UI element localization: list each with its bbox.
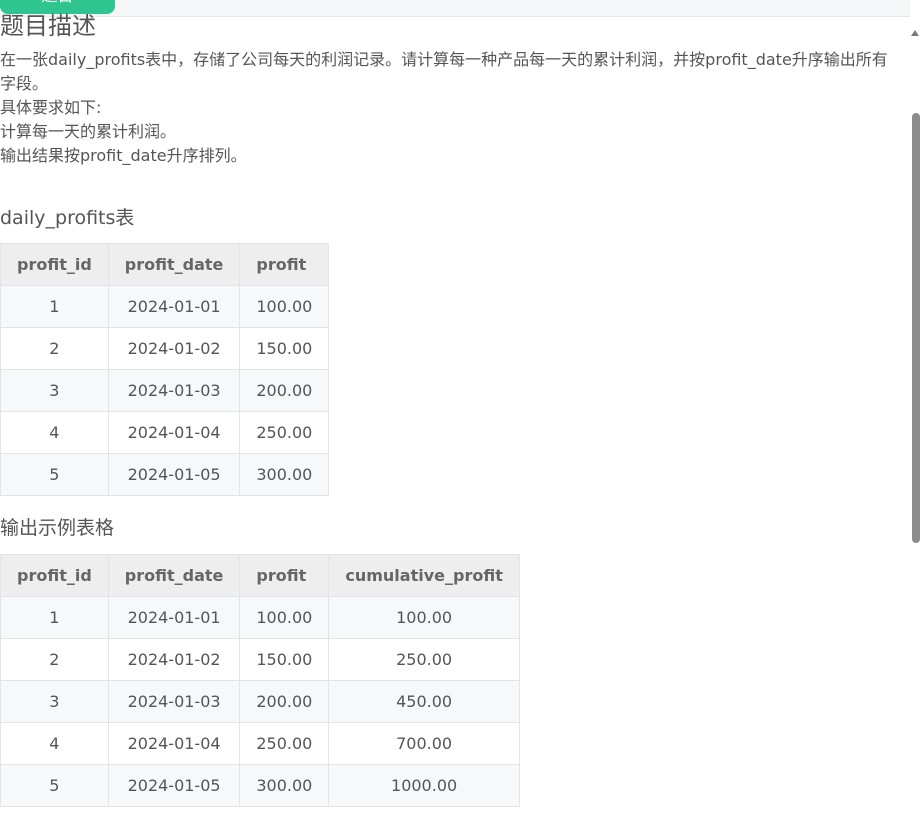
table2-label: 输出示例表格: [0, 517, 115, 539]
table-cell: 2024-01-01: [107, 285, 241, 328]
table-cell: 150.00: [239, 327, 330, 370]
column-header: profit_date: [107, 554, 241, 597]
description-line: 在一张daily_profits表中，存储了公司每天的利润记录。请计算每一种产品…: [0, 50, 888, 93]
table-cell: 250.00: [328, 638, 520, 681]
table-cell: 100.00: [239, 596, 330, 639]
column-header: cumulative_profit: [328, 554, 520, 597]
table-cell: 200.00: [239, 369, 330, 412]
table-cell: 2: [0, 327, 109, 370]
table-row: 2 2024-01-02 150.00: [0, 327, 330, 370]
description-line: 具体要求如下:: [0, 98, 102, 117]
table-header-row: profit_id profit_date profit: [0, 243, 330, 286]
description-line: 输出结果按profit_date升序排列。: [0, 146, 247, 165]
column-header: profit: [239, 243, 330, 286]
table-row: 5 2024-01-05 300.00 1000.00: [0, 764, 520, 807]
table-row: 5 2024-01-05 300.00: [0, 453, 330, 496]
table-cell: 200.00: [239, 680, 330, 723]
table-row: 4 2024-01-04 250.00 700.00: [0, 722, 520, 765]
column-header: profit_date: [107, 243, 241, 286]
table-cell: 250.00: [239, 411, 330, 454]
table-cell: 450.00: [328, 680, 520, 723]
table-cell: 3: [0, 680, 109, 723]
table1-label: daily_profits表: [0, 207, 135, 229]
table-cell: 300.00: [239, 453, 330, 496]
table-row: 2 2024-01-02 150.00 250.00: [0, 638, 520, 681]
table-cell: 1000.00: [328, 764, 520, 807]
scroll-up-arrow-icon[interactable]: [911, 30, 919, 36]
scroll-thumb[interactable]: [912, 113, 920, 543]
table-cell: 100.00: [328, 596, 520, 639]
table-row: 4 2024-01-04 250.00: [0, 411, 330, 454]
table-cell: 2024-01-02: [107, 327, 241, 370]
table-cell: 2: [0, 638, 109, 681]
table-row: 1 2024-01-01 100.00 100.00: [0, 596, 520, 639]
table-cell: 2024-01-05: [107, 453, 241, 496]
table-cell: 5: [0, 764, 109, 807]
section-title: 题目描述: [0, 12, 96, 40]
table-cell: 2024-01-02: [107, 638, 241, 681]
table-cell: 5: [0, 453, 109, 496]
table-cell: 2024-01-05: [107, 764, 241, 807]
table-cell: 150.00: [239, 638, 330, 681]
tab-bar: 题目: [0, 0, 910, 17]
table-cell: 250.00: [239, 722, 330, 765]
table-header-row: profit_id profit_date profit cumulative_…: [0, 554, 520, 597]
table-cell: 2024-01-03: [107, 680, 241, 723]
table-cell: 100.00: [239, 285, 330, 328]
description-line: 计算每一天的累计利润。: [0, 122, 177, 141]
table-cell: 2024-01-04: [107, 722, 241, 765]
table-row: 3 2024-01-03 200.00: [0, 369, 330, 412]
column-header: profit_id: [0, 243, 109, 286]
daily-profits-table: profit_id profit_date profit 1 2024-01-0…: [0, 243, 330, 496]
problem-description: 在一张daily_profits表中，存储了公司每天的利润记录。请计算每一种产品…: [0, 48, 890, 168]
column-header: profit: [239, 554, 330, 597]
vertical-scrollbar[interactable]: [909, 20, 923, 840]
table-cell: 2024-01-04: [107, 411, 241, 454]
table-cell: 2024-01-01: [107, 596, 241, 639]
table-cell: 3: [0, 369, 109, 412]
table-cell: 300.00: [239, 764, 330, 807]
table-cell: 4: [0, 722, 109, 765]
table-cell: 1: [0, 285, 109, 328]
problem-page: 题目 题目描述 在一张daily_profits表中，存储了公司每天的利润记录。…: [0, 0, 923, 840]
output-example-table: profit_id profit_date profit cumulative_…: [0, 554, 520, 807]
table-cell: 4: [0, 411, 109, 454]
table-cell: 2024-01-03: [107, 369, 241, 412]
column-header: profit_id: [0, 554, 109, 597]
table-row: 1 2024-01-01 100.00: [0, 285, 330, 328]
table-cell: 700.00: [328, 722, 520, 765]
table-row: 3 2024-01-03 200.00 450.00: [0, 680, 520, 723]
table-cell: 1: [0, 596, 109, 639]
